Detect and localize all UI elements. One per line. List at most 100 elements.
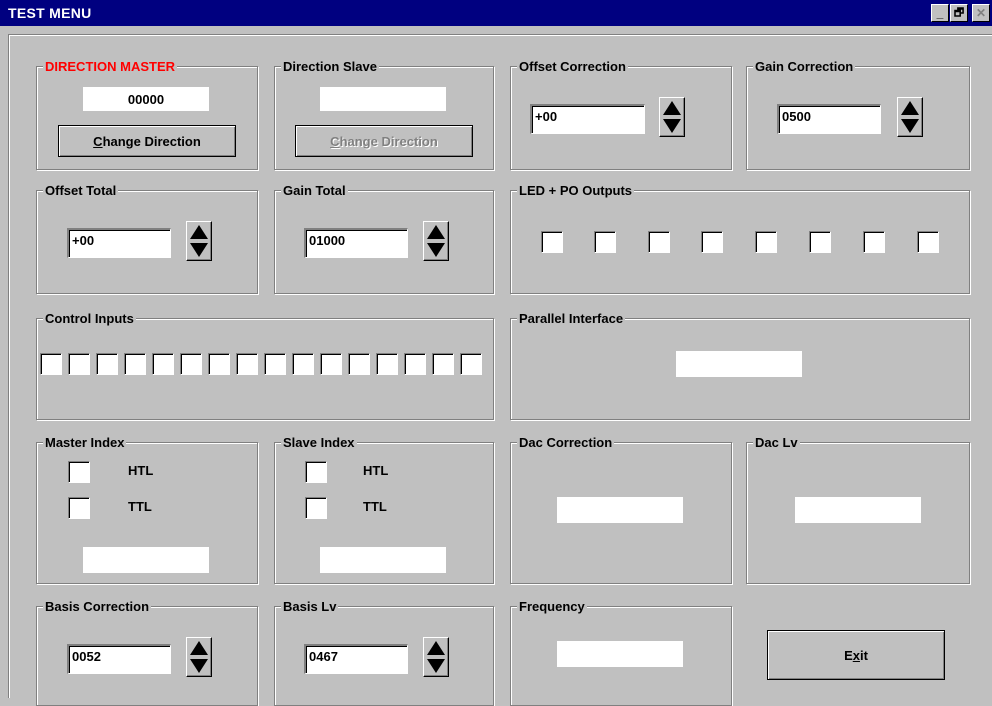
led-po-outputs-label: LED + PO Outputs xyxy=(517,183,635,198)
basis-correction-label: Basis Correction xyxy=(43,599,152,614)
master-index-label: Master Index xyxy=(43,435,127,450)
change-direction-master-text: hange Direction xyxy=(102,133,201,149)
control-input-checkbox[interactable] xyxy=(292,353,314,375)
parallel-interface-group: Parallel Interface xyxy=(510,311,970,420)
led-output-checkbox[interactable] xyxy=(863,231,885,253)
frequency-label: Frequency xyxy=(517,599,587,614)
slave-htl-label: HTL xyxy=(363,463,389,478)
up-down-arrows-icon xyxy=(427,641,445,673)
control-input-checkbox[interactable] xyxy=(376,353,398,375)
offset-correction-field[interactable]: +00 xyxy=(530,104,645,134)
master-ttl-checkbox[interactable] xyxy=(68,497,90,519)
gain-total-label: Gain Total xyxy=(281,183,348,198)
restore-button[interactable]: 🗗 xyxy=(950,4,968,22)
basis-lv-label: Basis Lv xyxy=(281,599,339,614)
change-direction-slave-mnemonic: C xyxy=(330,133,340,149)
restore-icon: 🗗 xyxy=(953,6,965,19)
basis-correction-field[interactable]: 0052 xyxy=(67,644,171,674)
up-down-arrows-icon xyxy=(427,225,445,257)
exit-button[interactable]: Exit xyxy=(767,630,945,680)
led-output-checkbox[interactable] xyxy=(809,231,831,253)
slave-index-group: Slave Index HTL TTL xyxy=(274,435,494,584)
control-input-checkbox[interactable] xyxy=(180,353,202,375)
gain-correction-label: Gain Correction xyxy=(753,59,856,74)
gain-correction-field[interactable]: 0500 xyxy=(777,104,881,134)
basis-lv-spinner[interactable] xyxy=(423,637,449,677)
title-bar: TEST MENU _ 🗗 ✕ xyxy=(0,0,992,26)
direction-master-group: DIRECTION MASTER 00000 Change Direction xyxy=(36,59,258,170)
direction-slave-label: Direction Slave xyxy=(281,59,379,74)
master-htl-label: HTL xyxy=(128,463,154,478)
slave-index-display xyxy=(320,547,446,573)
led-output-checkbox[interactable] xyxy=(648,231,670,253)
close-icon: ✕ xyxy=(975,6,987,20)
gain-total-field[interactable]: 01000 xyxy=(304,228,408,258)
basis-lv-field[interactable]: 0467 xyxy=(304,644,408,674)
parallel-interface-display xyxy=(676,351,802,377)
dac-correction-label: Dac Correction xyxy=(517,435,615,450)
control-input-checkbox[interactable] xyxy=(432,353,454,375)
gain-total-group: Gain Total 01000 xyxy=(274,183,494,294)
control-input-checkbox[interactable] xyxy=(348,353,370,375)
exit-mnemonic: x xyxy=(852,647,860,663)
offset-correction-group: Offset Correction +00 xyxy=(510,59,732,170)
control-input-checkbox[interactable] xyxy=(460,353,482,375)
led-po-outputs-group: LED + PO Outputs xyxy=(510,183,970,294)
window-title: TEST MENU xyxy=(8,5,92,21)
change-direction-slave-text: hange Direction xyxy=(339,133,438,149)
control-input-checkbox[interactable] xyxy=(404,353,426,375)
up-down-arrows-icon xyxy=(190,225,208,257)
gain-correction-spinner[interactable] xyxy=(897,97,923,137)
slave-ttl-checkbox[interactable] xyxy=(305,497,327,519)
dac-lv-display xyxy=(795,497,921,523)
control-input-checkbox[interactable] xyxy=(152,353,174,375)
control-input-checkbox[interactable] xyxy=(236,353,258,375)
slave-index-label: Slave Index xyxy=(281,435,357,450)
led-output-checkbox[interactable] xyxy=(755,231,777,253)
offset-total-spinner[interactable] xyxy=(186,221,212,261)
led-output-checkbox[interactable] xyxy=(594,231,616,253)
control-inputs-group: Control Inputs xyxy=(36,311,494,420)
basis-correction-group: Basis Correction 0052 xyxy=(36,599,258,706)
slave-ttl-label: TTL xyxy=(363,499,387,514)
exit-text-rest: it xyxy=(859,647,868,663)
basis-lv-group: Basis Lv 0467 xyxy=(274,599,494,706)
direction-slave-display xyxy=(320,87,446,111)
led-output-checkbox[interactable] xyxy=(917,231,939,253)
offset-correction-label: Offset Correction xyxy=(517,59,628,74)
master-index-display xyxy=(83,547,209,573)
led-output-checkbox[interactable] xyxy=(541,231,563,253)
gain-total-spinner[interactable] xyxy=(423,221,449,261)
offset-total-group: Offset Total +00 xyxy=(36,183,258,294)
up-down-arrows-icon xyxy=(663,101,681,133)
slave-htl-checkbox[interactable] xyxy=(305,461,327,483)
control-input-checkbox[interactable] xyxy=(208,353,230,375)
control-input-checkbox[interactable] xyxy=(320,353,342,375)
basis-correction-spinner[interactable] xyxy=(186,637,212,677)
offset-total-field[interactable]: +00 xyxy=(67,228,171,258)
control-input-checkbox[interactable] xyxy=(96,353,118,375)
control-input-checkbox[interactable] xyxy=(68,353,90,375)
direction-slave-group: Direction Slave Change Direction xyxy=(274,59,494,170)
dac-correction-display xyxy=(557,497,683,523)
control-input-checkbox[interactable] xyxy=(124,353,146,375)
offset-correction-spinner[interactable] xyxy=(659,97,685,137)
master-htl-checkbox[interactable] xyxy=(68,461,90,483)
change-direction-master-button[interactable]: Change Direction xyxy=(58,125,236,157)
dac-correction-group: Dac Correction xyxy=(510,435,732,584)
gain-correction-group: Gain Correction 0500 xyxy=(746,59,970,170)
dac-lv-label: Dac Lv xyxy=(753,435,800,450)
direction-master-label: DIRECTION MASTER xyxy=(43,59,177,74)
control-input-checkbox[interactable] xyxy=(40,353,62,375)
parallel-interface-label: Parallel Interface xyxy=(517,311,626,326)
up-down-arrows-icon xyxy=(901,101,919,133)
minimize-icon: _ xyxy=(936,6,944,20)
control-input-checkbox[interactable] xyxy=(264,353,286,375)
led-output-checkbox[interactable] xyxy=(701,231,723,253)
close-button[interactable]: ✕ xyxy=(972,4,990,22)
minimize-button[interactable]: _ xyxy=(931,4,949,22)
master-ttl-label: TTL xyxy=(128,499,152,514)
frequency-group: Frequency xyxy=(510,599,732,706)
change-direction-slave-button[interactable]: Change Direction xyxy=(295,125,473,157)
up-down-arrows-icon xyxy=(190,641,208,673)
